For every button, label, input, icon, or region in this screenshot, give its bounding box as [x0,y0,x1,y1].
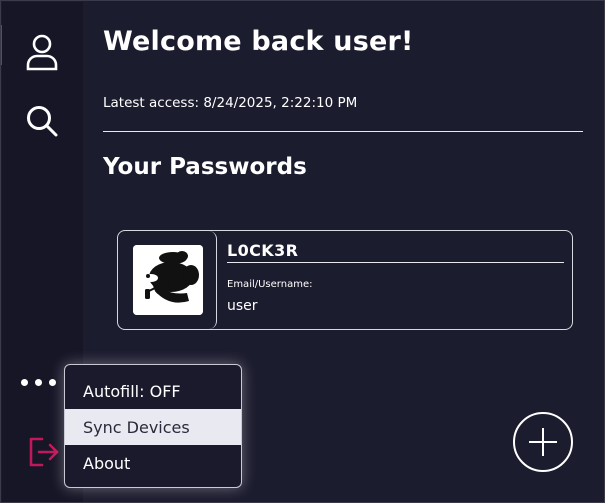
card-title: L0CK3R [227,241,299,260]
page-title: Welcome back user! [103,26,414,57]
dot [21,378,28,386]
card-title-underline [227,262,564,263]
menu-item-about[interactable]: About [65,445,241,481]
user-icon[interactable] [22,32,62,72]
card-username-value: user [227,298,258,314]
more-dots-icon[interactable] [21,375,61,389]
section-title: Your Passwords [103,154,307,180]
add-password-button[interactable] [513,412,573,472]
dot [35,378,42,386]
divider [103,131,583,132]
menu-item-sync-devices[interactable]: Sync Devices [65,409,241,445]
card-username-label: Email/Username: [227,279,313,290]
latest-access-text: Latest access: 8/24/2025, 2:22:10 PM [103,95,358,111]
dot [49,378,56,386]
menu-item-autofill[interactable]: Autofill: OFF [65,373,241,409]
lock3r-logo [133,245,203,315]
logout-icon[interactable] [26,434,62,470]
app-window: Welcome back user! Latest access: 8/24/2… [0,0,605,503]
password-card[interactable]: L0CK3R Email/Username: user [117,230,573,330]
search-icon[interactable] [22,101,62,141]
options-menu: Autofill: OFF Sync Devices About [64,364,242,488]
card-logo-box [118,231,217,329]
